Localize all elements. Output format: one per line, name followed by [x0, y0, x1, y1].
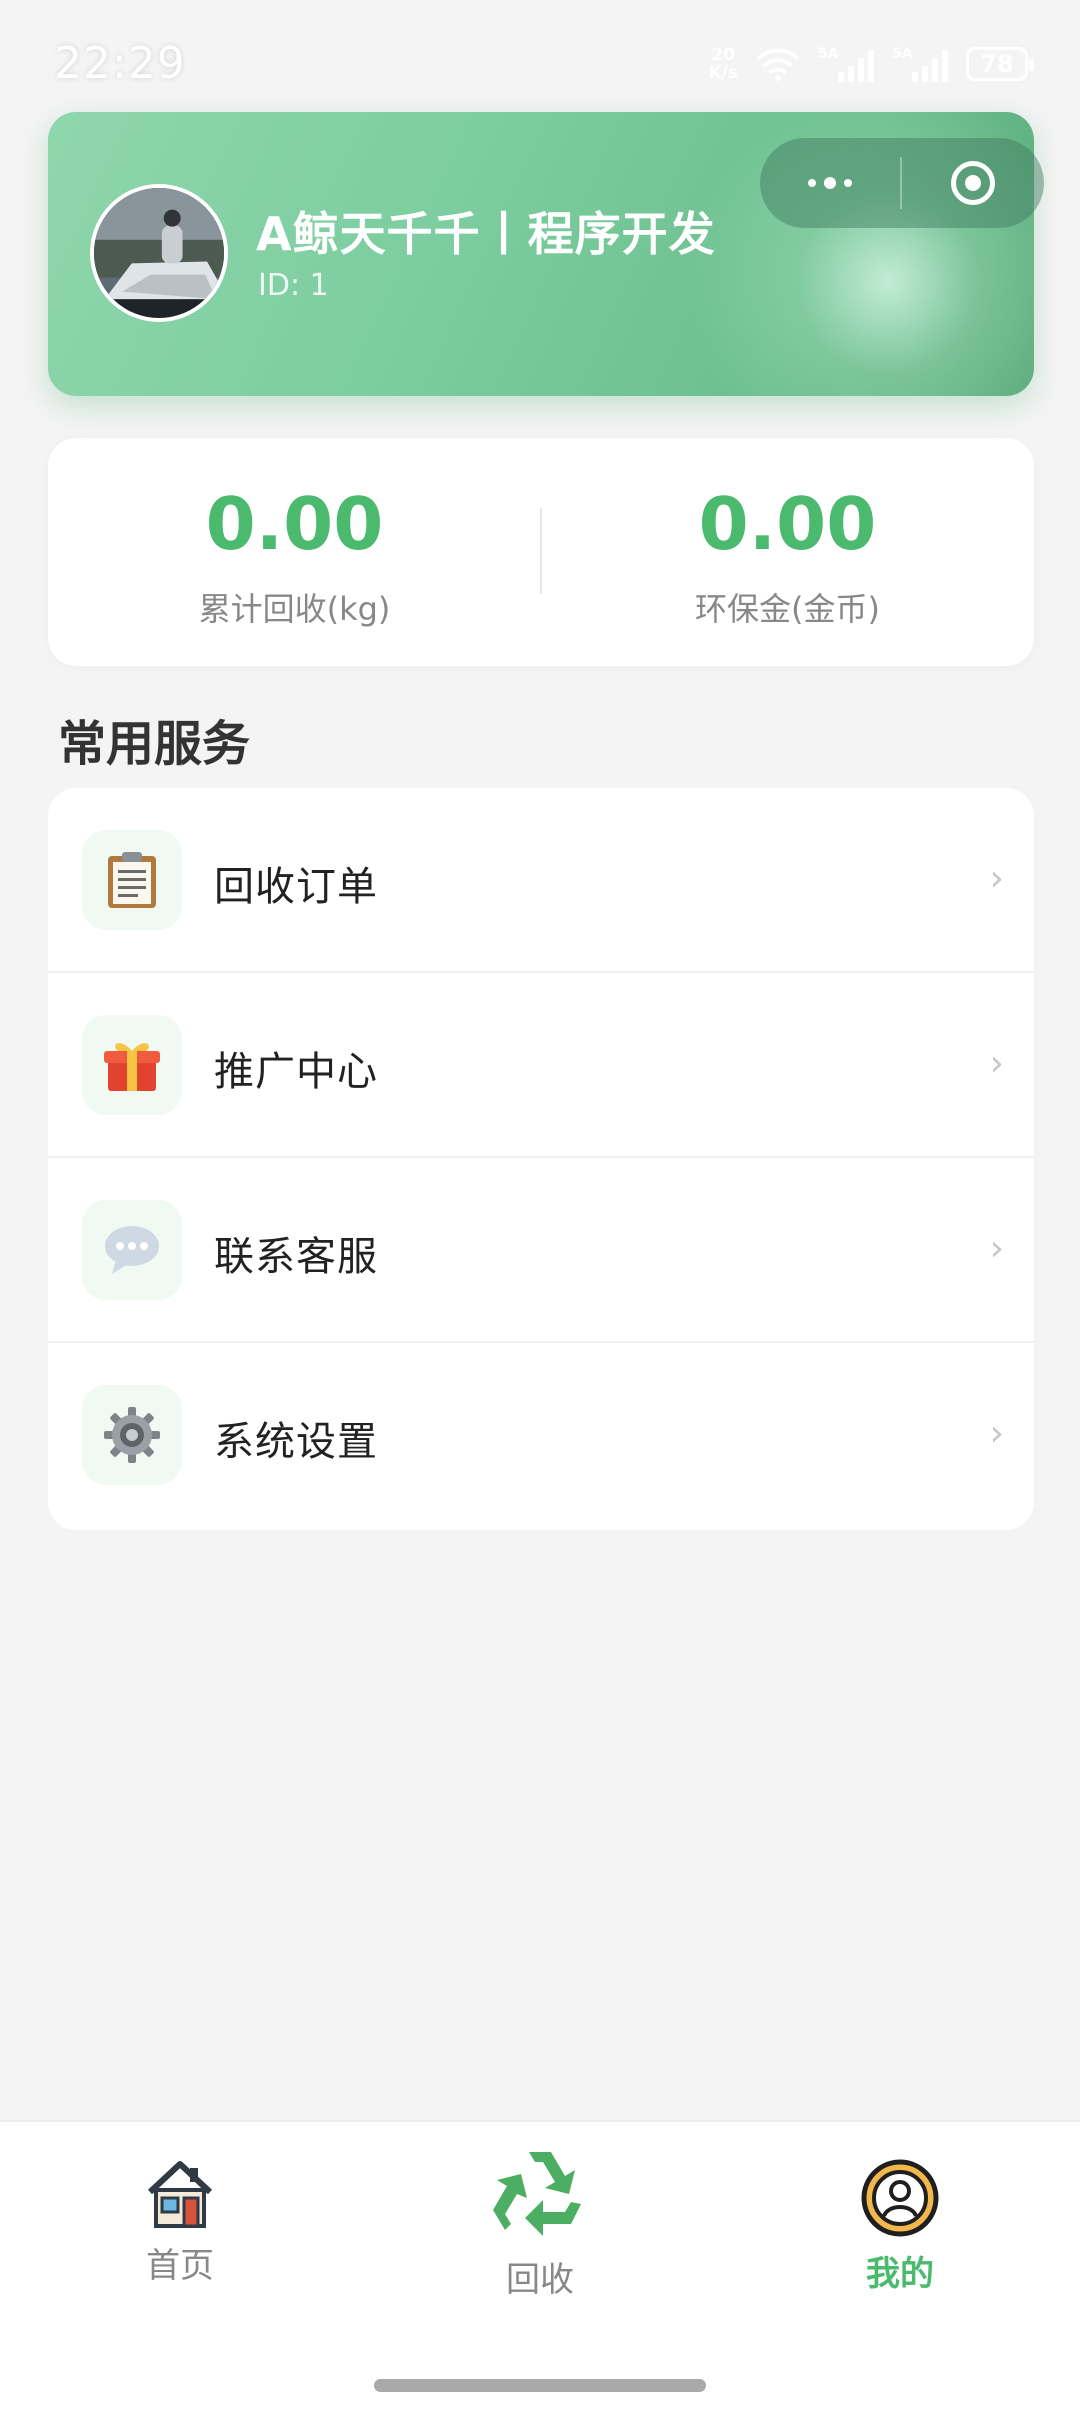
- dot-icon: [824, 177, 836, 189]
- service-icon-bg: [82, 1200, 182, 1300]
- user-circle-icon: [861, 2159, 939, 2237]
- clipboard-icon: [108, 852, 156, 908]
- tab-mine[interactable]: 我的: [790, 2158, 1010, 2295]
- tab-label: 首页: [146, 2246, 214, 2286]
- network-speed-value: 20: [711, 45, 736, 65]
- network-speed-unit: K/s: [708, 63, 738, 83]
- service-item-promotion-center[interactable]: 推广中心 ›: [48, 973, 1034, 1158]
- house-icon: [147, 2161, 213, 2228]
- service-label: 推广中心: [214, 1049, 378, 1095]
- tab-recycle[interactable]: 回收: [430, 2144, 650, 2301]
- service-item-system-settings[interactable]: 系统设置 ›: [48, 1343, 1034, 1528]
- battery-icon: 78: [966, 47, 1034, 81]
- tab-bar: 首页 回收 我的: [0, 2120, 1080, 2413]
- stat-recycled-label: 累计回收(kg): [198, 590, 391, 628]
- service-icon-bg: [82, 830, 182, 930]
- service-item-recycle-orders[interactable]: 回收订单 ›: [48, 788, 1034, 973]
- wifi-icon: [756, 48, 800, 81]
- dot-icon: [808, 179, 816, 187]
- status-indicators: 20 K/s 5A 5A 78: [708, 46, 1034, 82]
- signal-icon-sim1: 5A: [818, 46, 874, 82]
- stat-recycled-value: 0.00: [205, 482, 384, 566]
- gift-icon: [104, 1043, 160, 1091]
- sim2-label: 5A: [892, 46, 913, 62]
- service-label: 回收订单: [214, 864, 378, 910]
- miniprogram-capsule: [760, 138, 1044, 228]
- service-label: 系统设置: [214, 1419, 378, 1465]
- avatar[interactable]: [90, 184, 228, 322]
- target-icon: [951, 161, 995, 205]
- stat-coins[interactable]: 0.00 环保金(金币): [541, 488, 1034, 630]
- tab-label: 我的: [866, 2254, 934, 2294]
- stats-card: 0.00 累计回收(kg) 0.00 环保金(金币): [48, 438, 1034, 666]
- status-bar: 22:29 20 K/s 5A 5A 78: [0, 0, 1080, 130]
- recycle-icon: [493, 2152, 581, 2236]
- stat-recycled[interactable]: 0.00 累计回收(kg): [48, 488, 541, 630]
- chevron-right-icon: ›: [989, 1043, 1004, 1084]
- chevron-right-icon: ›: [989, 858, 1004, 899]
- user-name: A鲸天千千丨程序开发: [256, 207, 716, 261]
- service-item-customer-service[interactable]: 联系客服 ›: [48, 1158, 1034, 1343]
- service-list: 回收订单 › 推广中心 › 联系客服 › 系统设置 ›: [48, 788, 1034, 1530]
- chat-bubble-icon: [105, 1226, 159, 1274]
- network-speed: 20 K/s: [708, 46, 738, 82]
- sim1-label: 5A: [818, 46, 839, 62]
- dot-icon: [844, 179, 852, 187]
- signal-icon-sim2: 5A: [892, 46, 948, 82]
- avatar-photo: [94, 188, 224, 318]
- stat-coins-value: 0.00: [698, 482, 877, 566]
- more-menu-button[interactable]: [760, 138, 900, 228]
- section-title: 常用服务: [58, 716, 251, 772]
- service-icon-bg: [82, 1015, 182, 1115]
- stat-coins-label: 环保金(金币): [695, 590, 880, 628]
- tab-label: 回收: [506, 2260, 574, 2300]
- home-indicator[interactable]: [374, 2379, 706, 2392]
- chevron-right-icon: ›: [989, 1228, 1004, 1269]
- status-time: 22:29: [54, 38, 186, 89]
- chevron-right-icon: ›: [989, 1413, 1004, 1454]
- gear-icon: [104, 1407, 160, 1463]
- tab-home[interactable]: 首页: [70, 2158, 290, 2287]
- service-label: 联系客服: [214, 1234, 378, 1280]
- close-miniprogram-button[interactable]: [902, 138, 1044, 228]
- service-icon-bg: [82, 1385, 182, 1485]
- user-id: ID: 1: [258, 268, 329, 303]
